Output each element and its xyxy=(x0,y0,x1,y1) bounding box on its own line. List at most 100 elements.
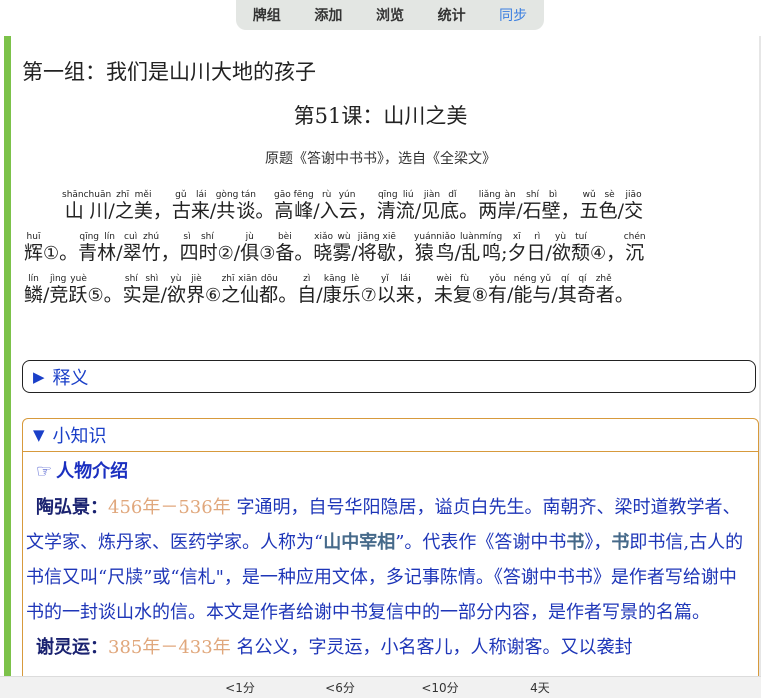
poem-word: 实是shí shì xyxy=(122,274,161,307)
collapse-triangle-icon: ▼ xyxy=(33,426,45,444)
poem-punctuation: 。 xyxy=(255,200,275,222)
footnote-marker[interactable]: ⑦ xyxy=(361,285,377,306)
poem-word: 古来gǔ lái xyxy=(171,190,210,223)
bio-keyword: 书 xyxy=(566,532,585,553)
poem-word: 晓雾xiǎo wù xyxy=(313,232,352,265)
poem-text: 山川shānchuān/之美zhī měi，古来gǔ lái/共谈gòng tá… xyxy=(24,190,759,316)
poem-word: 入云rù yún xyxy=(319,190,358,223)
bio-text: 名公义，字灵运，小名客儿，人称谢客。又以袭封 xyxy=(230,637,633,658)
footnote-marker[interactable]: ③ xyxy=(259,243,275,264)
poem-word: 辉huī xyxy=(24,232,44,265)
poem-word: 以来yǐ lái xyxy=(376,274,415,307)
footnote-marker[interactable]: ⑧ xyxy=(472,285,488,306)
poem-word: 欲界yù jiè xyxy=(167,274,206,307)
card-accent-bar xyxy=(4,36,11,676)
poem-line: 山川shānchuān/之美zhī měi，古来gǔ lái/共谈gòng tá… xyxy=(24,190,759,232)
source-note: 原题《答谢中书书》，选自《全梁文》 xyxy=(265,151,496,167)
poem-word: 交jiāo xyxy=(624,190,644,223)
name-colon: ： xyxy=(90,497,108,518)
meaning-section-toggle[interactable]: ▶ 释义 xyxy=(22,360,756,393)
poem-word: 四时sì shí xyxy=(179,232,218,265)
person-years: 385年－433年 xyxy=(108,637,231,658)
poem-word: 共谈gòng tán xyxy=(215,190,256,223)
nav-browse[interactable]: 浏览 xyxy=(368,5,412,25)
knowledge-section: ▼ 小知识 ☞ 人物介绍 陶弘景：456年－536年 字通明，自号华阳隐居，谥贞白… xyxy=(22,418,759,688)
poem-word: 高峰gāo fēng xyxy=(274,190,314,223)
bio-keyword: 山中宰相 xyxy=(323,532,396,553)
person-years: 456年－536年 xyxy=(108,497,231,518)
poem-word: 竞跃jìng yuè xyxy=(49,274,88,307)
poem-word: 康乐kāng lè xyxy=(322,274,361,307)
people-intro-heading: ☞ 人物介绍 xyxy=(36,456,750,488)
nav-stats[interactable]: 统计 xyxy=(430,5,474,25)
nav-decks[interactable]: 牌组 xyxy=(245,5,289,25)
poem-punctuation: 。 xyxy=(614,284,634,306)
poem-punctuation: / xyxy=(316,284,323,306)
bio-text: ”。代表作《答谢中书 xyxy=(395,532,567,553)
poem-word: 俱jù xyxy=(240,232,260,265)
main-nav: 牌组 添加 浏览 统计 同步 xyxy=(236,0,544,30)
top-bar: 牌组 添加 浏览 统计 同步 xyxy=(0,0,761,32)
nav-sync[interactable]: 同步 xyxy=(491,5,535,25)
poem-word: 沉chén xyxy=(623,232,646,265)
group-title: 第一组：我们是山川大地的孩子 xyxy=(22,60,316,84)
poem-punctuation: ， xyxy=(606,242,626,264)
poem-word: 山川shānchuān xyxy=(62,190,112,223)
bio-keyword: 书 xyxy=(611,532,630,553)
person-name: 陶弘景 xyxy=(36,497,90,518)
poem-punctuation: / xyxy=(551,284,558,306)
poem-punctuation: / xyxy=(108,200,115,222)
footnote-marker[interactable]: ⑤ xyxy=(87,285,103,306)
poem-punctuation: / xyxy=(351,242,358,264)
poem-word: 见底jiàn dǐ xyxy=(421,190,460,223)
poem-word: 之美zhī měi xyxy=(114,190,153,223)
nav-add[interactable]: 添加 xyxy=(306,5,350,25)
poem-punctuation: 。 xyxy=(59,242,79,264)
poem-punctuation: / xyxy=(313,200,320,222)
lesson-title: 第51课：山川之美 xyxy=(293,104,468,128)
poem-punctuation: 。 xyxy=(278,284,298,306)
poem-punctuation: / xyxy=(116,242,123,264)
knowledge-section-toggle[interactable]: ▼ 小知识 xyxy=(23,419,758,452)
poem-punctuation: ， xyxy=(414,284,434,306)
people-intro-label: 人物介绍 xyxy=(56,461,129,482)
name-colon: ： xyxy=(90,637,108,658)
poem-word: 石壁shí bì xyxy=(522,190,561,223)
poem-word: 未复wèi fù xyxy=(433,274,472,307)
poem-punctuation: ， xyxy=(560,200,580,222)
poem-word: 将歇jiāng xiē xyxy=(357,232,396,265)
bio-xie-lingyun: 谢灵运：385年－433年 名公义，字灵运，小名客儿，人称谢客。又以袭封 xyxy=(26,630,750,665)
footnote-marker[interactable]: ② xyxy=(218,243,234,264)
poem-punctuation: / xyxy=(545,242,552,264)
poem-word: 翠竹cuì zhú xyxy=(122,232,161,265)
poem-word: 有yǒu xyxy=(487,274,507,307)
poem-line: 辉huī①。青林qīng lín/翠竹cuì zhú，四时sì shí②/俱jù… xyxy=(24,232,759,274)
poem-punctuation: ， xyxy=(160,242,180,264)
poem-punctuation: ; xyxy=(501,242,508,264)
footnote-marker[interactable]: ⑥ xyxy=(205,285,221,306)
poem-word: 自zì xyxy=(297,274,317,307)
poem-word: 乱鸣luànmíng xyxy=(460,232,503,265)
answer-bar: <1分 <6分 <10分 4天 xyxy=(0,676,761,698)
poem-word: 两岸liǎng àn xyxy=(478,190,517,223)
answer-again-interval[interactable]: <1分 xyxy=(205,679,275,696)
poem-punctuation: ， xyxy=(357,200,377,222)
footnote-marker[interactable]: ① xyxy=(43,243,59,264)
footnote-marker[interactable]: ④ xyxy=(590,243,606,264)
knowledge-section-label: 小知识 xyxy=(52,426,107,447)
poem-word: 猿鸟yuánniǎo xyxy=(414,232,456,265)
poem-word: 清流qīng liú xyxy=(376,190,415,223)
answer-hard-interval[interactable]: <6分 xyxy=(305,679,375,696)
poem-punctuation: 。 xyxy=(103,284,123,306)
bio-tao-hongjing: 陶弘景：456年－536年 字通明，自号华阳隐居，谥贞白先生。南朝齐、梁时道教学… xyxy=(26,490,750,630)
poem-punctuation: 。 xyxy=(459,200,479,222)
bio-text: 》， xyxy=(584,532,612,553)
poem-punctuation: 。 xyxy=(294,242,314,264)
answer-good-interval[interactable]: <10分 xyxy=(405,679,475,696)
poem-punctuation: / xyxy=(516,200,523,222)
answer-easy-interval[interactable]: 4天 xyxy=(505,679,575,696)
poem-word: 其奇者qí qí zhě xyxy=(557,274,615,307)
poem-punctuation: ， xyxy=(152,200,172,222)
poem-line: 鳞lín/竞跃jìng yuè⑤。实是shí shì/欲界yù jiè⑥之仙都z… xyxy=(24,274,759,316)
poem-word: 鳞lín xyxy=(24,274,44,307)
